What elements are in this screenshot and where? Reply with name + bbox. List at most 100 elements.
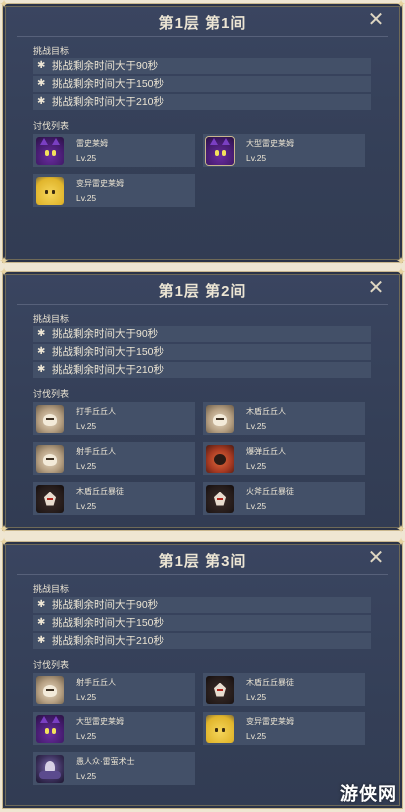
corner-ornament-icon: ✦ xyxy=(396,535,405,549)
goal-text: 挑战剩余时间大于150秒 xyxy=(52,346,165,358)
goal-row: ✱ 挑战剩余时间大于150秒 xyxy=(33,76,371,92)
star-icon: ✱ xyxy=(37,364,46,375)
enemy-name: 大型雷史莱姆 xyxy=(76,717,124,726)
enemies-label: 讨伐列表 xyxy=(33,121,70,131)
close-icon[interactable]: ✕ xyxy=(366,278,386,298)
goal-row: ✱ 挑战剩余时间大于210秒 xyxy=(33,94,371,110)
enemy-card[interactable]: 爆弹丘丘人 Lv.25 xyxy=(203,442,365,475)
enemy-name: 射手丘丘人 xyxy=(76,447,116,456)
corner-ornament-icon: ✦ xyxy=(0,522,10,536)
star-icon: ✱ xyxy=(37,96,46,107)
enemy-name: 变异雷史莱姆 xyxy=(76,179,124,188)
wooden-shield-mitachurl-icon xyxy=(206,675,234,704)
goal-row: ✱ 挑战剩余时间大于210秒 xyxy=(33,362,371,378)
enemy-level: Lv.25 xyxy=(76,501,97,511)
enemies-label: 讨伐列表 xyxy=(33,389,70,399)
enemy-level: Lv.25 xyxy=(246,692,267,702)
star-icon: ✱ xyxy=(37,60,46,71)
enemy-level: Lv.25 xyxy=(246,421,267,431)
pyro-hilichurl-icon xyxy=(206,444,234,473)
goal-text: 挑战剩余时间大于210秒 xyxy=(52,635,165,647)
goal-text: 挑战剩余时间大于210秒 xyxy=(52,364,165,376)
star-icon: ✱ xyxy=(37,346,46,357)
star-icon: ✱ xyxy=(37,635,46,646)
star-icon: ✱ xyxy=(37,599,46,610)
enemy-card[interactable]: 变异雷史莱姆 Lv.25 xyxy=(203,712,365,745)
enemy-card[interactable]: 木盾丘丘暴徒 Lv.25 xyxy=(33,482,195,515)
blazing-axe-mitachurl-icon xyxy=(206,484,234,513)
enemy-card[interactable]: 射手丘丘人 Lv.25 xyxy=(33,442,195,475)
floor1-chamber2-panel: ✦ ✦ ✦ ✦ 第1层 第2间 ✕ 挑战目标 ✱ 挑战剩余时间大于90秒 ✱ 挑战剩… xyxy=(0,266,405,536)
enemy-card[interactable]: 火斧丘丘暴徒 Lv.25 xyxy=(203,482,365,515)
wooden-shield-mitachurl-icon xyxy=(36,484,64,513)
enemy-level: Lv.25 xyxy=(76,461,97,471)
enemy-level: Lv.25 xyxy=(76,692,97,702)
corner-ornament-icon: ✦ xyxy=(396,0,405,11)
enemy-card[interactable]: 雷史莱姆 Lv.25 xyxy=(33,134,195,167)
goal-row: ✱ 挑战剩余时间大于90秒 xyxy=(33,326,371,342)
site-watermark: 游侠网 xyxy=(340,784,397,804)
enemy-name: 爆弹丘丘人 xyxy=(246,447,286,456)
enemy-name: 雷史莱姆 xyxy=(76,139,108,148)
enemy-level: Lv.25 xyxy=(76,193,97,203)
floor1-chamber3-panel: ✦ ✦ 第1层 第3间 ✕ 挑战目标 ✱ 挑战剩余时间大于90秒 ✱ 挑战剩余时间大… xyxy=(0,536,405,809)
corner-ornament-icon: ✦ xyxy=(396,265,405,279)
enemy-card[interactable]: 木盾丘丘人 Lv.25 xyxy=(203,402,365,435)
enemies-label: 讨伐列表 xyxy=(33,660,70,670)
goal-text: 挑战剩余时间大于90秒 xyxy=(52,599,159,611)
divider xyxy=(17,574,388,575)
goals-label: 挑战目标 xyxy=(33,314,70,324)
goal-text: 挑战剩余时间大于150秒 xyxy=(52,78,165,90)
electro-slime-icon xyxy=(36,136,64,165)
goal-row: ✱ 挑战剩余时间大于90秒 xyxy=(33,58,371,74)
enemy-name: 木盾丘丘暴徒 xyxy=(76,487,124,496)
enemy-level: Lv.25 xyxy=(246,731,267,741)
enemy-card[interactable]: 射手丘丘人 Lv.25 xyxy=(33,673,195,706)
enemy-name: 愚人众·雷萤术士 xyxy=(76,757,135,766)
goal-row: ✱ 挑战剩余时间大于150秒 xyxy=(33,615,371,631)
goal-row: ✱ 挑战剩余时间大于210秒 xyxy=(33,633,371,649)
panel-title: 第1层 第3间 xyxy=(158,553,247,570)
goal-text: 挑战剩余时间大于90秒 xyxy=(52,328,159,340)
divider xyxy=(17,304,388,305)
corner-ornament-icon: ✦ xyxy=(0,265,10,279)
enemy-card[interactable]: 大型雷史莱姆 Lv.25 xyxy=(33,712,195,745)
enemy-level: Lv.25 xyxy=(246,501,267,511)
star-icon: ✱ xyxy=(37,78,46,89)
wooden-shieldwall-hilichurl-icon xyxy=(206,404,234,433)
star-icon: ✱ xyxy=(37,617,46,628)
panel-title: 第1层 第1间 xyxy=(158,15,247,32)
divider xyxy=(17,36,388,37)
enemy-card[interactable]: 大型雷史莱姆 Lv.25 xyxy=(203,134,365,167)
goal-text: 挑战剩余时间大于150秒 xyxy=(52,617,165,629)
enemy-name: 木盾丘丘人 xyxy=(246,407,286,416)
electro-cicin-mage-icon xyxy=(36,754,64,783)
panel-title: 第1层 第2间 xyxy=(158,283,247,300)
enemy-name: 打手丘丘人 xyxy=(76,407,116,416)
goal-row: ✱ 挑战剩余时间大于150秒 xyxy=(33,344,371,360)
enemy-card[interactable]: 打手丘丘人 Lv.25 xyxy=(33,402,195,435)
enemy-level: Lv.25 xyxy=(76,771,97,781)
goal-text: 挑战剩余时间大于210秒 xyxy=(52,96,165,108)
large-electro-slime-icon xyxy=(36,714,64,743)
enemy-name: 木盾丘丘暴徒 xyxy=(246,678,294,687)
enemy-level: Lv.25 xyxy=(76,153,97,163)
corner-ornament-icon: ✦ xyxy=(396,522,405,536)
large-electro-slime-icon xyxy=(206,136,234,165)
enemy-card[interactable]: 变异雷史莱姆 Lv.25 xyxy=(33,174,195,207)
close-icon[interactable]: ✕ xyxy=(366,548,386,568)
enemy-name: 变异雷史莱姆 xyxy=(246,717,294,726)
enemy-name: 射手丘丘人 xyxy=(76,678,116,687)
hilichurl-shooter-icon xyxy=(36,444,64,473)
enemy-card[interactable]: 木盾丘丘暴徒 Lv.25 xyxy=(203,673,365,706)
enemy-card[interactable]: 愚人众·雷萤术士 Lv.25 xyxy=(33,752,195,785)
enemy-name: 火斧丘丘暴徒 xyxy=(246,487,294,496)
enemy-level: Lv.25 xyxy=(246,461,267,471)
floor1-chamber1-panel: ✦ ✦ ✦ ✦ 第1层 第1间 ✕ 挑战目标 ✱ 挑战剩余时间大于90秒 ✱ 挑战剩… xyxy=(0,0,405,267)
goal-row: ✱ 挑战剩余时间大于90秒 xyxy=(33,597,371,613)
goal-text: 挑战剩余时间大于90秒 xyxy=(52,60,159,72)
mutant-electro-slime-icon xyxy=(206,714,234,743)
close-icon[interactable]: ✕ xyxy=(366,10,386,30)
enemy-level: Lv.25 xyxy=(76,421,97,431)
hilichurl-fighter-icon xyxy=(36,404,64,433)
